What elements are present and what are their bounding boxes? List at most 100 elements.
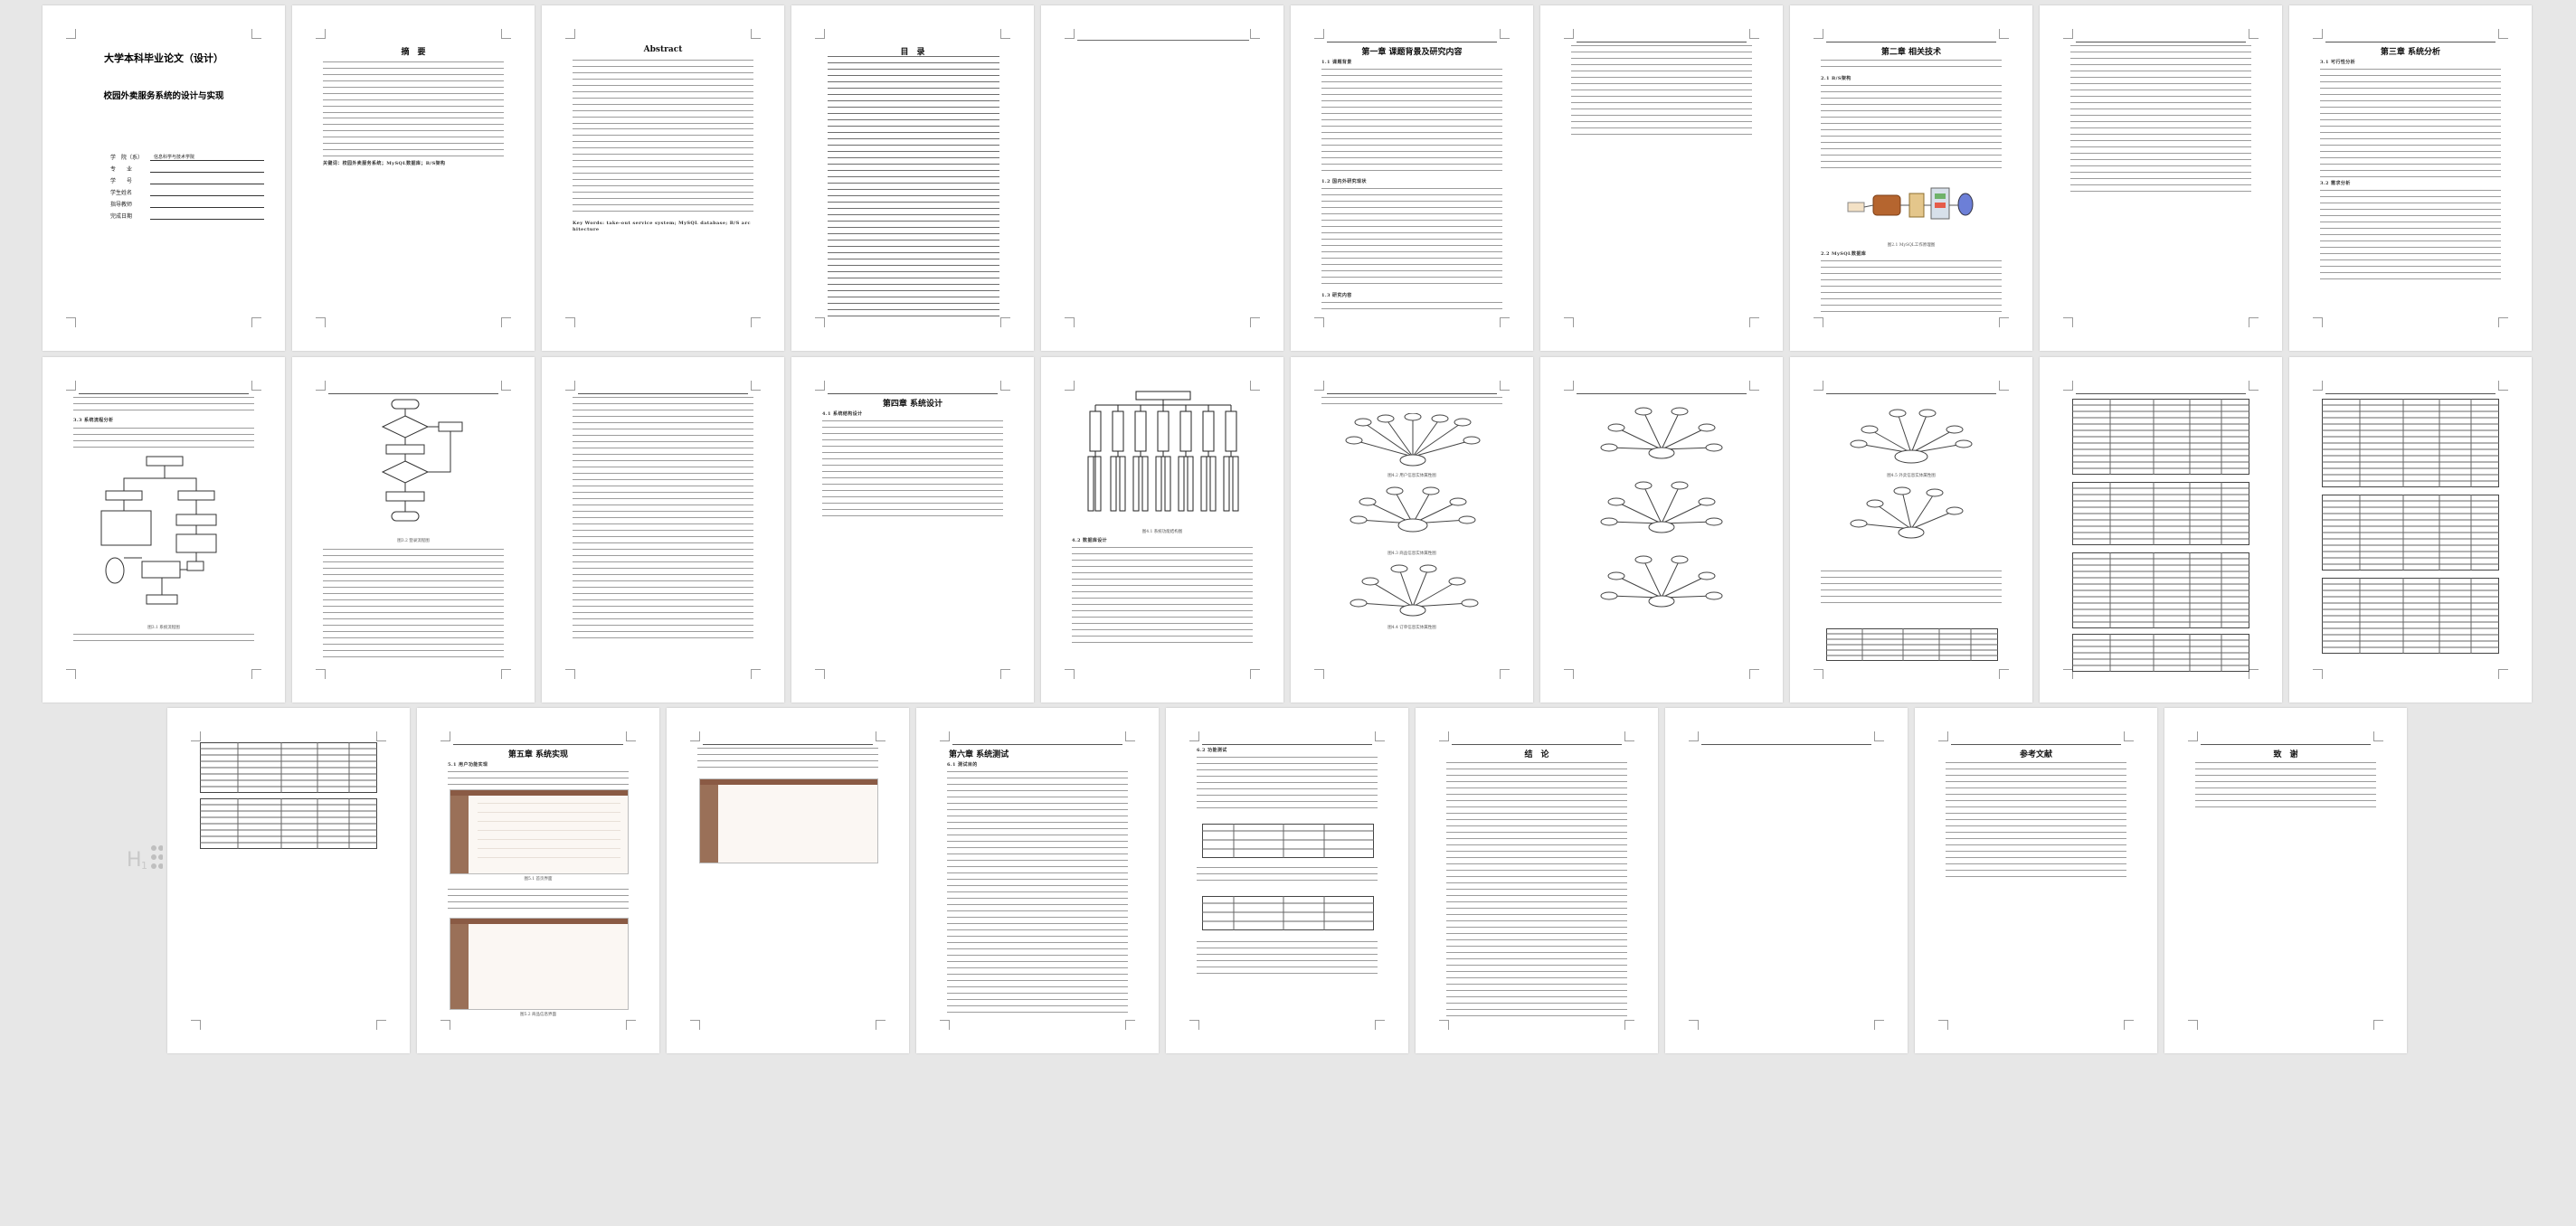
crop-mark <box>501 317 511 327</box>
screenshot-header-bar <box>450 919 628 924</box>
body-text <box>73 397 254 415</box>
page-body[interactable]: 图3.2 登录流程图 <box>292 357 535 703</box>
crop-mark <box>2313 29 2323 39</box>
crop-mark <box>1375 731 1385 741</box>
page-test-tables[interactable]: 6.2 功能测试 <box>1166 708 1408 1053</box>
page-body[interactable]: 图4.1 系统功能结构图 4.2 数据库设计 <box>1041 357 1283 703</box>
page-body[interactable] <box>1540 5 1783 351</box>
database-node <box>105 557 125 584</box>
table-frame <box>1202 824 1374 858</box>
page-chapter-2[interactable]: 第二章 相关技术 2.1 B/S架构 图2.1 MySQL工作原理图 2.2 M… <box>1790 5 2032 351</box>
page-tables[interactable] <box>2040 357 2282 703</box>
page-header-rule <box>1826 393 1996 394</box>
page-er-diagrams[interactable] <box>1540 357 1783 703</box>
thesis-type: 大学本科毕业论文（设计） <box>104 52 223 64</box>
page-conclusion[interactable]: 结 论 <box>1416 708 1658 1053</box>
page-abstract-cn[interactable]: 摘 要 关键词：校园外卖服务系统；MySQL数据库；B/S架构 <box>292 5 535 351</box>
body-text <box>448 771 629 786</box>
crop-mark <box>940 731 950 741</box>
crop-mark <box>316 317 326 327</box>
tree-root <box>1135 391 1191 401</box>
page-body[interactable] <box>2040 5 2282 351</box>
page-chapter-3[interactable]: 第三章 系统分析 3.1 可行性分析 3.2 需求分析 <box>2289 5 2532 351</box>
crop-mark <box>1189 1020 1199 1030</box>
er-attribute <box>1850 439 1868 448</box>
page-acknowledgements[interactable]: 致 谢 <box>2164 708 2407 1053</box>
cover-field: 专 业 <box>110 165 264 173</box>
section-heading: 6.1 测试目的 <box>947 762 978 768</box>
figure-caption: 图2.1 MySQL工作原理图 <box>1887 243 1936 248</box>
er-diagram-user <box>1345 413 1481 467</box>
data-table <box>200 742 377 793</box>
body-text <box>573 397 753 641</box>
page-er-diagrams[interactable]: 图4.2 用户信息实体属性图 图4.3 商品信息实体属性图 图4.4 订单信息实… <box>1291 357 1533 703</box>
page-toc-2[interactable] <box>1041 5 1283 351</box>
page-chapter-1[interactable]: 第一章 课题背景及研究内容 1.1 课题背景 1.2 国内外研究现状 1.3 研… <box>1291 5 1533 351</box>
page-tables[interactable] <box>2289 357 2532 703</box>
er-attribute <box>1634 481 1653 490</box>
er-attribute <box>1926 488 1944 497</box>
crop-mark <box>2063 29 2073 39</box>
flow-node <box>438 421 463 432</box>
screenshot-header-bar <box>450 790 628 796</box>
er-attribute <box>1361 577 1379 586</box>
crop-mark <box>1999 29 2009 39</box>
figure-caption: 图4.5 外卖信息实体属性图 <box>1887 474 1936 478</box>
flow-decision <box>381 460 430 484</box>
crop-mark <box>1624 731 1634 741</box>
er-diagram <box>1600 555 1723 608</box>
page-header-rule <box>1577 393 1747 394</box>
page-body[interactable] <box>667 708 909 1053</box>
keywords: Key Words: take-out service system; MySQ… <box>573 221 751 233</box>
page-toc[interactable]: 目 录 <box>791 5 1034 351</box>
tree-leaf <box>1087 456 1094 512</box>
crop-mark <box>565 381 575 391</box>
test-table <box>1202 896 1374 930</box>
page-cover[interactable]: 大学本科毕业论文（设计） 校园外卖服务系统的设计与实现 学 院（系） 信息科学与技… <box>43 5 285 351</box>
crop-mark <box>376 1020 386 1030</box>
crop-mark <box>1250 669 1260 679</box>
body-text <box>573 128 753 217</box>
er-connector <box>1858 412 1965 454</box>
tree-leaf <box>1119 456 1126 512</box>
crop-mark <box>1439 731 1449 741</box>
body-text <box>323 118 504 157</box>
page-er-diagrams[interactable]: 图4.5 外卖信息实体属性图 <box>1790 357 2032 703</box>
er-attribute <box>1431 414 1449 423</box>
tree-node <box>1179 410 1192 452</box>
page-header-rule <box>2325 393 2496 394</box>
page-abstract-en[interactable]: Abstract Key Words: take-out service sys… <box>542 5 784 351</box>
crop-mark <box>1000 381 1010 391</box>
er-entity <box>1648 447 1675 459</box>
cover-field-value <box>150 213 264 220</box>
tree-node <box>1225 410 1237 452</box>
page-body[interactable] <box>542 357 784 703</box>
screenshot-content <box>478 803 620 866</box>
page-body[interactable]: 3.3 系统流程分析 图3.1 系统流程图 <box>43 357 285 703</box>
body-text <box>1321 69 1502 175</box>
page-chapter-5[interactable]: 第五章 系统实现 5.1 用户功能实现 图5.1 首页界面 图5.2 商品信息界… <box>417 708 659 1053</box>
figure-caption: 图4.4 订单信息实体属性图 <box>1387 626 1436 630</box>
cover-field-value <box>150 202 264 208</box>
flow-node <box>141 561 181 579</box>
body-text <box>1197 867 1378 885</box>
page-references[interactable]: 参考文献 <box>1915 708 2157 1053</box>
section-heading: 2.2 MySQL数据库 <box>1821 251 1867 257</box>
crop-mark <box>1375 1020 1385 1030</box>
tree-leaf <box>1187 456 1194 512</box>
crop-mark <box>1000 669 1010 679</box>
crop-mark <box>251 669 261 679</box>
page-chapter-6[interactable]: 第六章 系统测试 6.1 测试目的 <box>916 708 1159 1053</box>
heading-tool-icon[interactable]: H 1 <box>125 839 164 875</box>
crop-mark <box>251 381 261 391</box>
crop-mark <box>1749 317 1759 327</box>
body-text <box>323 61 504 114</box>
page-tables[interactable] <box>167 708 410 1053</box>
page-chapter-4[interactable]: 第四章 系统设计 4.1 系统结构设计 <box>791 357 1034 703</box>
flow-node <box>100 510 152 546</box>
body-text <box>1321 302 1502 313</box>
section-heading: 4.1 系统结构设计 <box>822 411 863 417</box>
screenshot-sidebar <box>450 924 469 1009</box>
flow-node <box>146 456 184 467</box>
page-blank[interactable] <box>1665 708 1908 1053</box>
